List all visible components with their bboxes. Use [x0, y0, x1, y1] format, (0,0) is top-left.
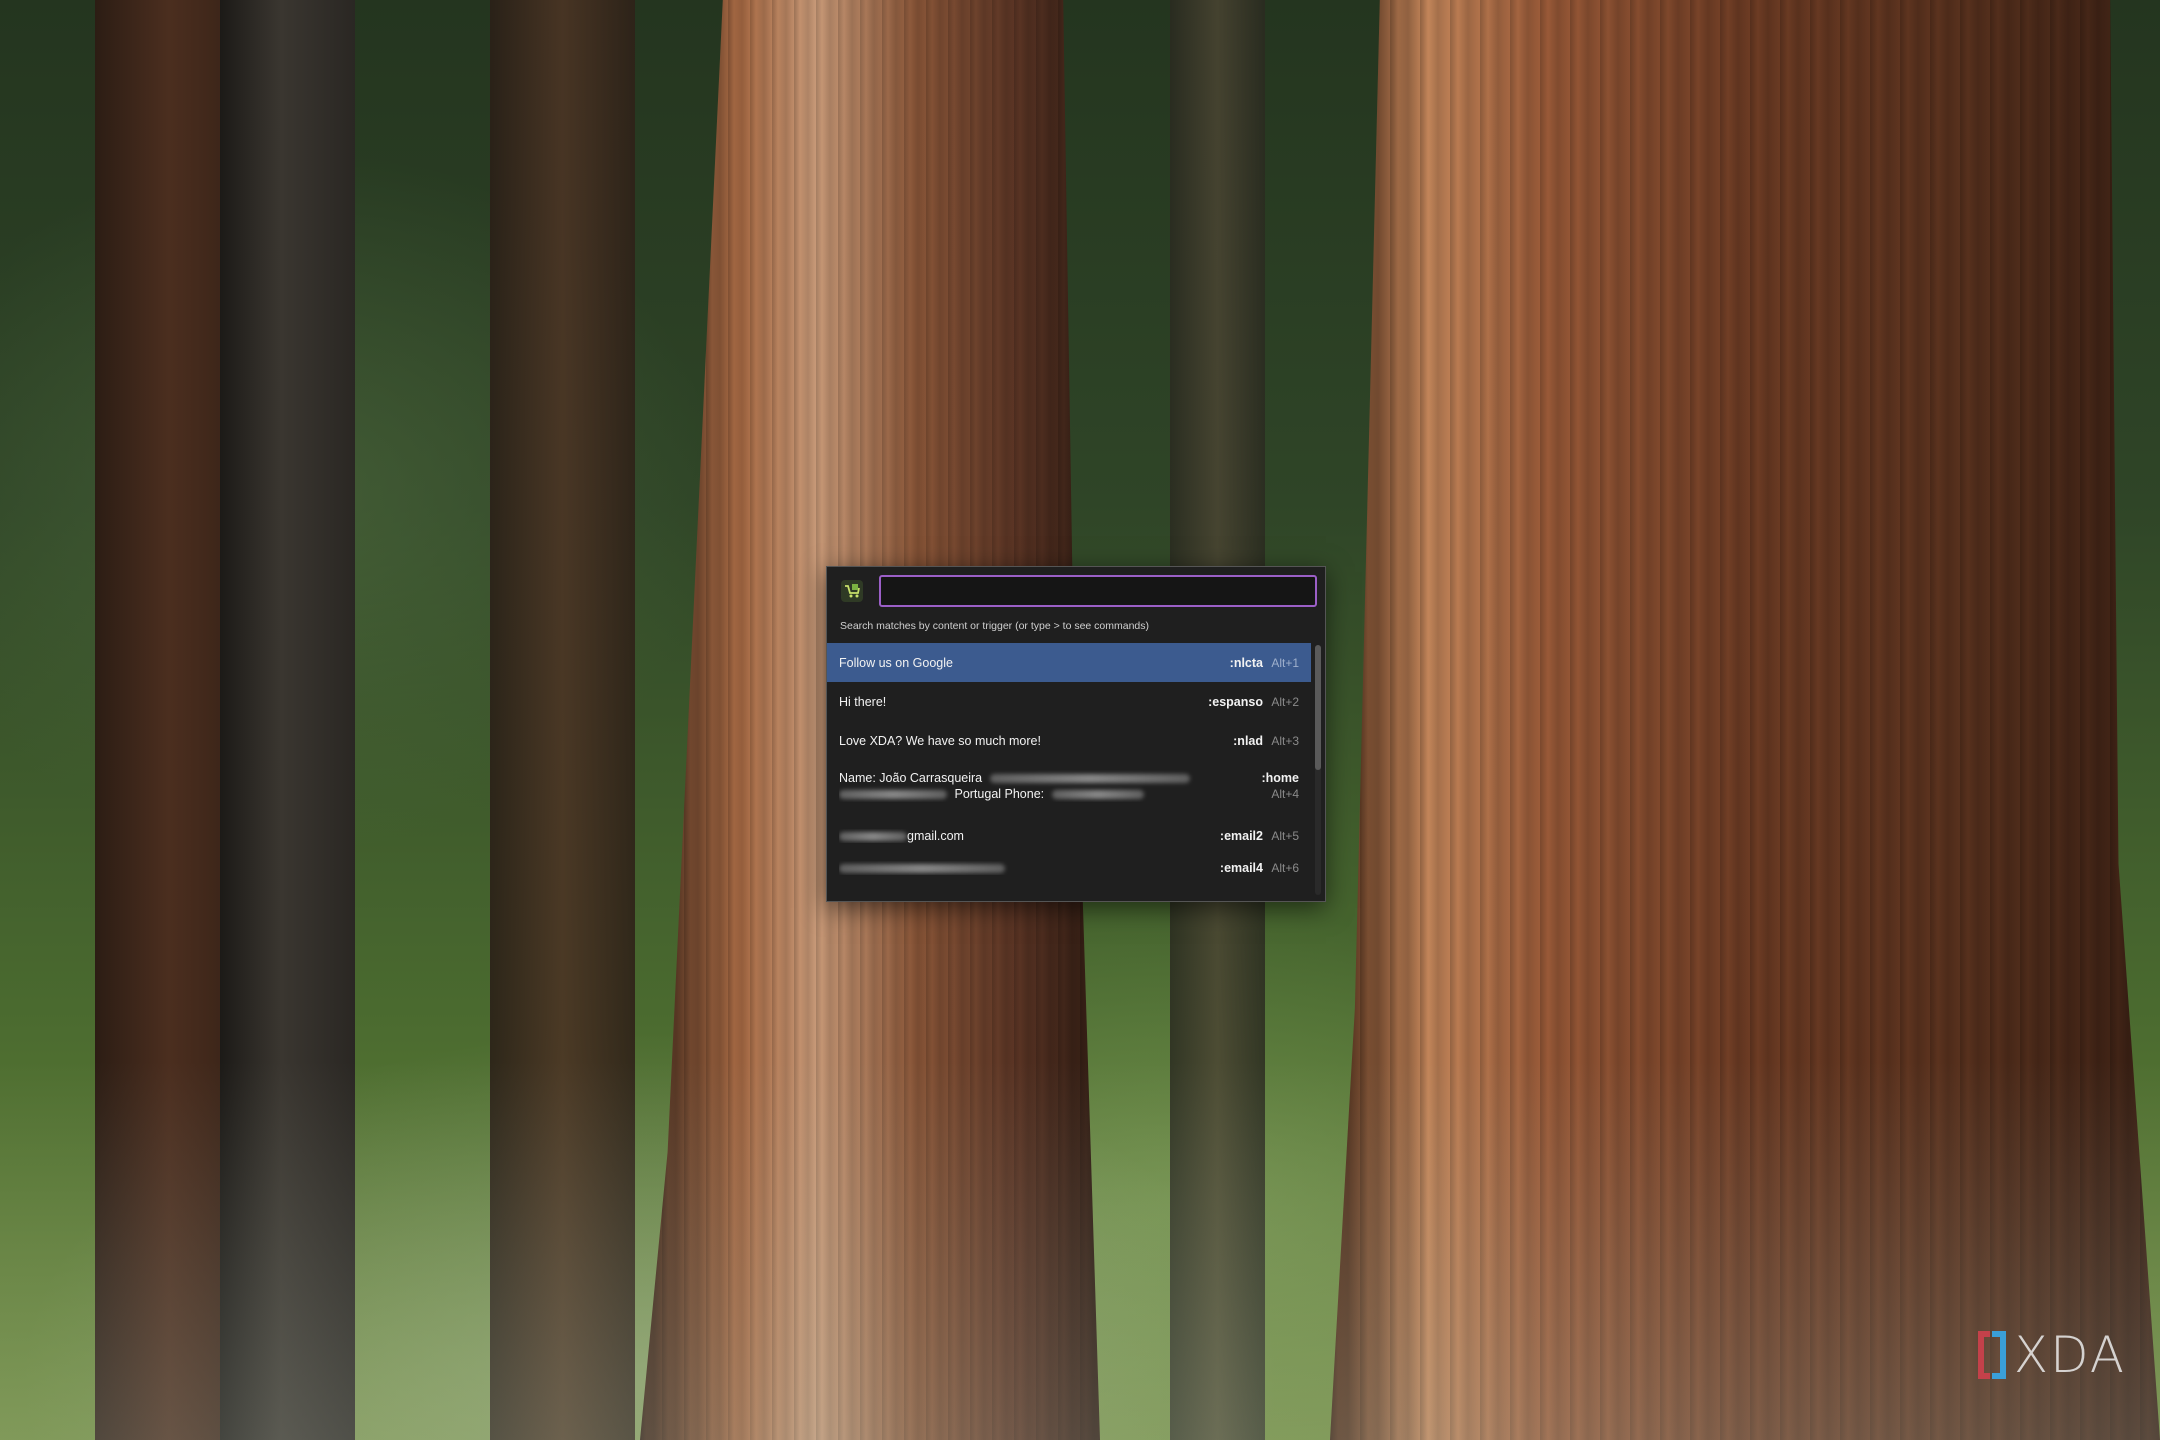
redacted-text — [839, 864, 1005, 874]
espanso-icon — [841, 580, 863, 602]
search-header — [827, 567, 1325, 613]
result-trigger: :email2 — [1219, 828, 1263, 843]
result-item[interactable]: Love XDA? We have so much more! :nlad Al… — [827, 721, 1311, 760]
result-label-line1: Name: João Carrasqueira — [839, 771, 983, 785]
result-shortcut: Alt+5 — [1271, 828, 1299, 843]
result-label-line2: Portugal Phone: — [954, 787, 1045, 801]
result-label: gmail.com — [839, 829, 1210, 843]
redacted-text — [839, 831, 907, 841]
result-trigger: :espanso — [1208, 694, 1263, 709]
redacted-text — [839, 790, 947, 800]
result-shortcut: Alt+2 — [1271, 694, 1299, 709]
redacted-text — [1051, 790, 1144, 800]
result-trigger: :email4 — [1219, 861, 1263, 875]
xda-bracket-icon — [1977, 1331, 2008, 1379]
result-trigger: :nlcta — [1229, 655, 1263, 670]
result-trigger: :nlad — [1233, 733, 1263, 748]
result-item[interactable]: Name: João Carrasqueira Portugal Phone: … — [827, 760, 1311, 816]
result-trigger: :home — [1261, 771, 1300, 785]
result-shortcut: Alt+4 — [1271, 787, 1299, 801]
search-hint: Search matches by content or trigger (or… — [840, 620, 1150, 632]
result-item[interactable]: gmail.com :email2 Alt+5 — [827, 816, 1311, 855]
result-label: Love XDA? We have so much more! — [839, 733, 1041, 748]
result-label: Name: João Carrasqueira Portugal Phone: — [839, 770, 1252, 802]
results-scrollbar[interactable] — [1315, 645, 1321, 895]
xda-watermark: XDA — [1977, 1326, 2126, 1384]
results-list: Follow us on Google :nlcta Alt+1 Hi ther… — [827, 643, 1311, 881]
result-meta: :home Alt+4 — [1252, 770, 1300, 802]
result-shortcut: Alt+6 — [1271, 861, 1299, 875]
result-shortcut: Alt+3 — [1271, 733, 1299, 748]
redacted-text — [989, 774, 1190, 784]
xda-watermark-text: XDA — [2013, 1326, 2126, 1384]
result-label-text: gmail.com — [907, 828, 964, 843]
result-label: Hi there! — [839, 694, 887, 709]
fog-overlay — [0, 1060, 2160, 1440]
result-shortcut: Alt+1 — [1271, 655, 1299, 670]
result-label: Follow us on Google — [839, 655, 953, 670]
result-item[interactable]: Hi there! :espanso Alt+2 — [827, 682, 1311, 721]
result-item[interactable]: :email4 Alt+6 — [827, 855, 1311, 881]
scrollbar-thumb[interactable] — [1315, 645, 1321, 770]
espanso-search-window: Search matches by content or trigger (or… — [826, 566, 1326, 902]
result-item[interactable]: Follow us on Google :nlcta Alt+1 — [827, 643, 1311, 682]
result-label — [839, 861, 1210, 875]
search-input[interactable] — [879, 575, 1317, 607]
